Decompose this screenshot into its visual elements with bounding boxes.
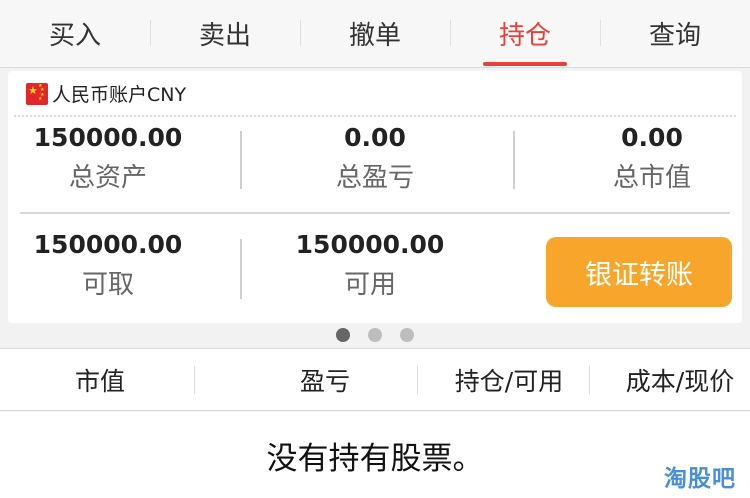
total-pnl-label: 总盈亏: [335, 163, 414, 193]
withdrawable-label: 可取: [81, 270, 134, 300]
stat-divider: [240, 239, 242, 299]
dotted-divider: [14, 115, 736, 117]
stat-divider: [513, 131, 515, 189]
account-card: ★ ★ ★ ★ ★ 人民币账户CNY 150000.00 总资产 0.00 总盈亏 0.…: [8, 71, 742, 328]
holdings-header: 市值 盈亏 持仓/可用 成本/现价: [0, 348, 750, 411]
market-value-value: 0.00: [621, 123, 683, 152]
bank-securities-transfer-button[interactable]: 银证转账: [546, 237, 732, 307]
page-dot[interactable]: [368, 328, 382, 342]
market-value-label: 总市值: [612, 163, 691, 193]
stat-divider: [240, 131, 242, 189]
watermark-logo: 淘股吧: [664, 466, 736, 492]
trade-tab-bar: 买入 卖出 撤单 持仓 查询: [0, 0, 750, 68]
tab-buy[interactable]: 买入: [0, 0, 150, 67]
total-pnl-value: 0.00: [344, 123, 406, 152]
china-flag-icon: ★ ★ ★ ★ ★: [26, 82, 48, 105]
available-label: 可用: [343, 270, 396, 300]
column-divider: [417, 366, 418, 394]
empty-holdings-message: 没有持有股票。: [0, 412, 750, 498]
column-divider: [589, 366, 590, 394]
tab-sell[interactable]: 卖出: [150, 0, 300, 67]
column-cost-price: 成本/现价: [625, 367, 735, 396]
column-pnl: 盈亏: [299, 367, 350, 396]
total-assets-value: 150000.00: [33, 123, 183, 152]
column-position-available: 持仓/可用: [454, 367, 564, 396]
withdrawable-stat: 150000.00 可取: [8, 230, 208, 302]
market-value-stat: 0.00 总市值: [552, 123, 750, 195]
total-assets-stat: 150000.00 总资产: [8, 123, 208, 195]
tab-cancel-order[interactable]: 撤单: [300, 0, 450, 67]
withdrawable-value: 150000.00: [33, 230, 183, 259]
tab-query[interactable]: 查询: [600, 0, 750, 67]
available-value: 150000.00: [295, 230, 445, 259]
account-name: 人民币账户CNY: [52, 84, 187, 106]
total-pnl-stat: 0.00 总盈亏: [275, 123, 475, 195]
column-divider: [194, 366, 195, 394]
account-header: ★ ★ ★ ★ ★ 人民币账户CNY: [26, 80, 186, 107]
total-assets-label: 总资产: [68, 163, 147, 193]
page-dot[interactable]: [336, 328, 350, 342]
tab-positions[interactable]: 持仓: [450, 0, 600, 67]
column-market-value: 市值: [74, 367, 125, 396]
available-stat: 150000.00 可用: [270, 230, 470, 302]
row-divider: [20, 212, 730, 214]
card-pagination: [0, 328, 750, 342]
page-dot[interactable]: [400, 328, 414, 342]
